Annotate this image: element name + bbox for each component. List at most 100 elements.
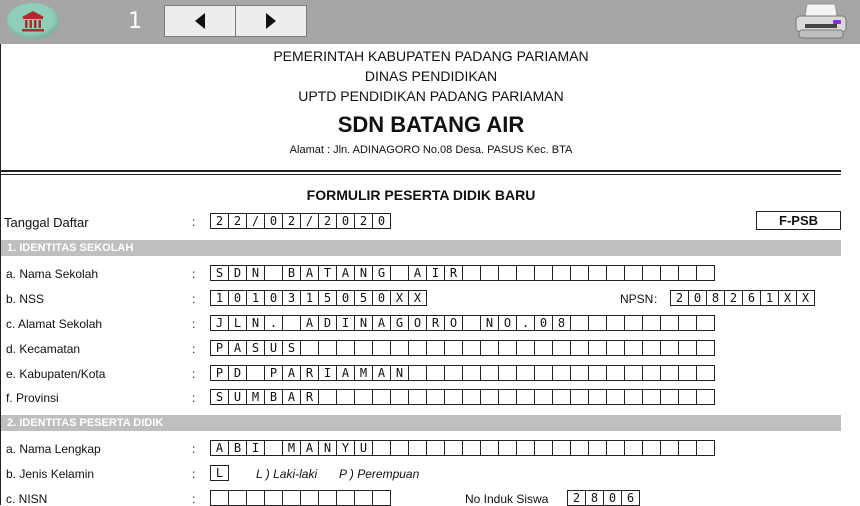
school-name-field[interactable]: SDNBATANGAIR [210, 265, 715, 281]
regency-field[interactable]: PDPARIAMAN [210, 365, 715, 381]
char-cell: I [336, 315, 355, 331]
nis-field[interactable]: 2806 [567, 490, 640, 506]
char-cell [354, 340, 373, 356]
school-name: SDN BATANG AIR [337, 112, 525, 137]
char-cell [570, 315, 589, 331]
char-cell: A [300, 265, 319, 281]
char-cell [552, 440, 571, 456]
char-cell: 2 [282, 213, 301, 229]
full-name-label: a. Nama Lengkap [6, 442, 101, 456]
district-field[interactable]: PASUS [210, 340, 715, 356]
char-cell [462, 265, 481, 281]
char-cell: D [318, 315, 337, 331]
char-cell [408, 389, 427, 405]
char-cell [390, 340, 409, 356]
char-cell [264, 265, 283, 281]
full-name-field[interactable]: ABIMANYU [210, 440, 715, 456]
char-cell [588, 315, 607, 331]
char-cell [246, 490, 265, 506]
npsn-field[interactable]: 208261XX [670, 290, 815, 306]
school-address-field[interactable]: JLN.ADINAGORONO.08 [210, 315, 715, 331]
section-school-identity: 1. IDENTITAS SEKOLAH [1, 240, 841, 256]
char-cell [372, 440, 391, 456]
next-page-button[interactable] [236, 6, 306, 36]
char-cell: 2 [354, 213, 373, 229]
char-cell: I [246, 440, 265, 456]
char-cell: A [300, 440, 319, 456]
npsn-colon: : [654, 292, 658, 306]
char-cell [462, 340, 481, 356]
char-cell [354, 490, 373, 506]
char-cell [246, 365, 265, 381]
char-cell [696, 340, 715, 356]
char-cell [696, 440, 715, 456]
char-cell: 8 [585, 490, 604, 506]
char-cell [480, 265, 499, 281]
nss-field[interactable]: 1010315050XX [210, 290, 427, 306]
home-button[interactable] [7, 3, 59, 39]
char-cell: 2 [228, 213, 247, 229]
char-cell [408, 365, 427, 381]
char-cell: M [246, 389, 265, 405]
char-cell [444, 340, 463, 356]
colon: : [192, 292, 196, 306]
char-cell: T [318, 265, 337, 281]
gender-field[interactable]: L [210, 465, 229, 481]
char-cell [282, 315, 301, 331]
nisn-field[interactable] [210, 490, 391, 506]
char-cell [624, 265, 643, 281]
char-cell [318, 340, 337, 356]
char-cell: X [408, 290, 427, 306]
char-cell [552, 265, 571, 281]
char-cell: G [372, 265, 391, 281]
section-student-identity: 2. IDENTITAS PESERTA DIDIK [1, 415, 841, 431]
province-field[interactable]: SUMBAR [210, 389, 715, 405]
char-cell [444, 365, 463, 381]
char-cell: 2 [318, 213, 337, 229]
char-cell [624, 340, 643, 356]
form-code: F-PSB [756, 211, 841, 230]
char-cell [480, 389, 499, 405]
char-cell: 0 [534, 315, 553, 331]
char-cell [678, 365, 697, 381]
char-cell [300, 340, 319, 356]
char-cell: 5 [318, 290, 337, 306]
nss-label: b. NSS [6, 292, 45, 306]
previous-page-button[interactable] [165, 6, 236, 36]
colon: : [192, 492, 196, 506]
char-cell: B [264, 389, 283, 405]
char-cell [588, 340, 607, 356]
char-cell [336, 389, 355, 405]
char-cell: 0 [264, 213, 283, 229]
print-button[interactable] [793, 2, 849, 42]
char-cell: A [282, 389, 301, 405]
toolbar: 1 [0, 0, 860, 44]
char-cell: R [444, 265, 463, 281]
char-cell [660, 340, 679, 356]
char-cell: 6 [742, 290, 761, 306]
char-cell [480, 365, 499, 381]
date-label: Tanggal Daftar [4, 215, 89, 230]
char-cell: 6 [621, 490, 640, 506]
char-cell [642, 440, 661, 456]
char-cell [264, 440, 283, 456]
nisn-label: c. NISN [6, 492, 48, 506]
char-cell [516, 265, 535, 281]
section-title: 1. IDENTITAS SEKOLAH [7, 242, 134, 254]
char-cell [426, 440, 445, 456]
date-field[interactable]: 2 2/0 2/2 0 2 0 [210, 213, 391, 229]
char-cell: 1 [300, 290, 319, 306]
char-cell [552, 389, 571, 405]
header-divider-thin [1, 174, 841, 175]
char-cell [570, 440, 589, 456]
char-cell: G [390, 315, 409, 331]
char-cell [660, 440, 679, 456]
char-cell [210, 490, 229, 506]
char-cell: S [246, 340, 265, 356]
char-cell: X [390, 290, 409, 306]
header-department: DINAS PENDIDIKAN [364, 68, 498, 84]
char-cell: . [264, 315, 283, 331]
char-cell: / [300, 213, 319, 229]
nis-label: No Induk Siswa [465, 492, 549, 506]
char-cell: M [282, 440, 301, 456]
